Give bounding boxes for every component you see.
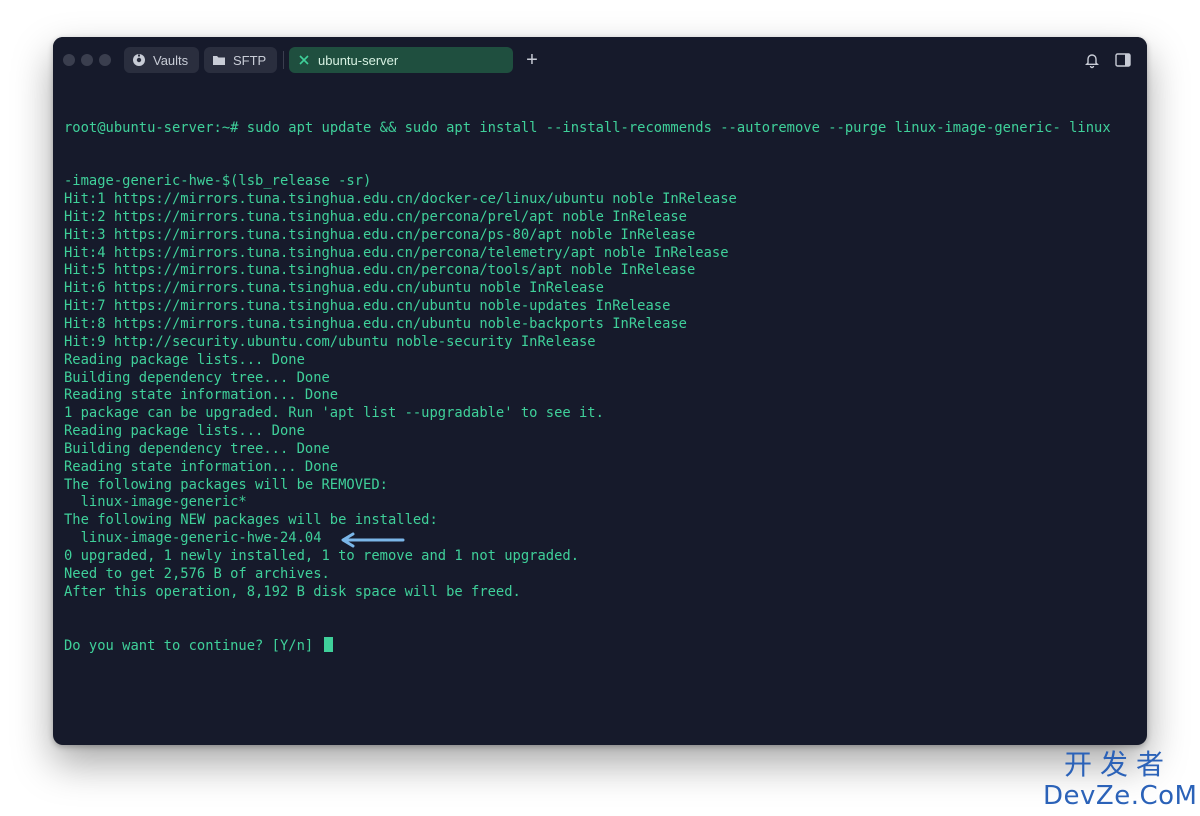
continue-prompt: Do you want to continue? [Y/n] [64, 637, 1137, 655]
terminal-output[interactable]: root@ubuntu-server:~# sudo apt update &&… [64, 84, 1137, 691]
watermark-domain: DevZe.CoM [1043, 781, 1198, 811]
title-bar: Vaults SFTP ubuntu-server + [53, 37, 1147, 83]
watermark: 开发者 DevZe.CoM [1043, 748, 1198, 811]
bell-icon[interactable] [1083, 51, 1101, 69]
terminal-line: Hit:9 http://security.ubuntu.com/ubuntu … [64, 333, 596, 350]
minimize-window-button[interactable] [81, 54, 93, 66]
vault-icon [132, 53, 146, 67]
terminal-line: Hit:3 https://mirrors.tuna.tsinghua.edu.… [64, 226, 696, 243]
continue-prompt-text: Do you want to continue? [Y/n] [64, 638, 322, 655]
terminal-line: Need to get 2,576 B of archives. [64, 565, 330, 582]
terminal-line: Hit:2 https://mirrors.tuna.tsinghua.edu.… [64, 208, 687, 225]
terminal-line: linux-image-generic* [64, 494, 247, 511]
terminal-line: Reading state information... Done [64, 458, 339, 475]
tab-label: SFTP [233, 52, 267, 68]
text-cursor [323, 637, 333, 653]
tab-label: ubuntu-server [318, 52, 399, 68]
terminal-line: Hit:6 https://mirrors.tuna.tsinghua.edu.… [64, 280, 604, 297]
close-icon[interactable] [297, 53, 311, 67]
terminal-line: Building dependency tree... Done [64, 440, 330, 457]
watermark-title: 开发者 [1063, 748, 1172, 781]
prompt-user: root@ubuntu-server [64, 119, 214, 136]
terminal-line: Hit:8 https://mirrors.tuna.tsinghua.edu.… [64, 315, 687, 332]
tab-vaults[interactable]: Vaults [124, 47, 199, 73]
terminal-line: Hit:7 https://mirrors.tuna.tsinghua.edu.… [64, 298, 671, 315]
terminal-line: Hit:4 https://mirrors.tuna.tsinghua.edu.… [64, 244, 729, 261]
terminal-line: Reading package lists... Done [64, 351, 305, 368]
command-text: :~# sudo apt update && sudo apt install … [213, 119, 1111, 136]
terminal-line: Hit:5 https://mirrors.tuna.tsinghua.edu.… [64, 262, 696, 279]
tab-label: Vaults [153, 52, 189, 68]
folder-icon [212, 53, 226, 67]
tab-ubuntu-server[interactable]: ubuntu-server [289, 47, 513, 73]
terminal-line: 0 upgraded, 1 newly installed, 1 to remo… [64, 547, 579, 564]
terminal-line: Building dependency tree... Done [64, 369, 330, 386]
terminal-window: Vaults SFTP ubuntu-server + root@ubuntu-… [53, 37, 1147, 745]
maximize-window-button[interactable] [99, 54, 111, 66]
tab-sftp[interactable]: SFTP [204, 47, 277, 73]
command-line: root@ubuntu-server:~# sudo apt update &&… [64, 120, 1137, 138]
terminal-line: Reading state information... Done [64, 387, 339, 404]
arrow-annotation-icon [341, 532, 405, 548]
sidebar-toggle-icon[interactable] [1114, 51, 1132, 69]
tab-divider [283, 51, 284, 69]
new-tab-button[interactable]: + [520, 48, 544, 72]
terminal-line: 1 package can be upgraded. Run 'apt list… [64, 405, 604, 422]
close-window-button[interactable] [63, 54, 75, 66]
terminal-line: The following packages will be REMOVED: [64, 476, 388, 493]
terminal-line: linux-image-generic-hwe-24.04 [64, 530, 322, 547]
terminal-line: Reading package lists... Done [64, 423, 305, 440]
terminal-line: After this operation, 8,192 B disk space… [64, 583, 521, 600]
terminal-line: Hit:1 https://mirrors.tuna.tsinghua.edu.… [64, 191, 737, 208]
terminal-line: -image-generic-hwe-$(lsb_release -sr) [64, 173, 372, 190]
terminal-line: The following NEW packages will be insta… [64, 512, 438, 529]
